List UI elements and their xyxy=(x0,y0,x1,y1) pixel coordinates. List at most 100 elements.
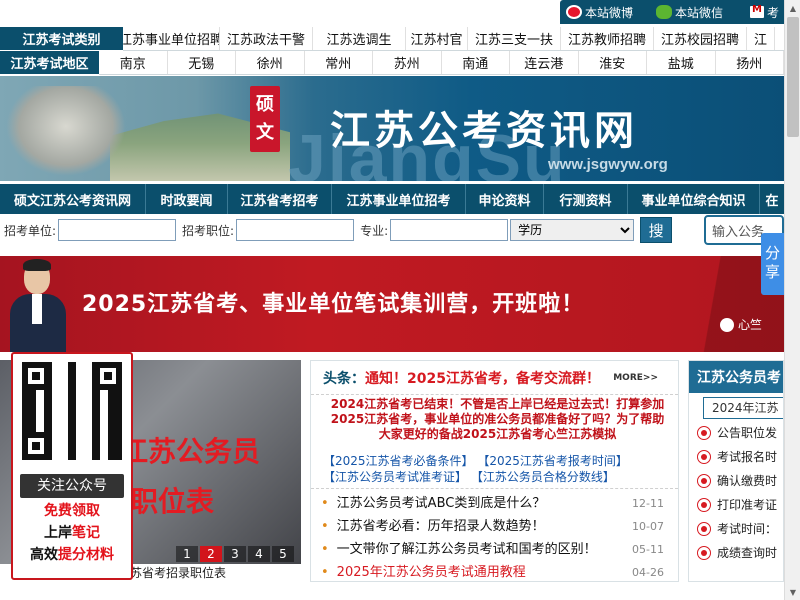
exam-type-item[interactable]: 江苏村官 xyxy=(406,27,468,50)
follow-label: 关注公众号 xyxy=(20,474,124,498)
nav-knowledge[interactable]: 事业单位综合知识 xyxy=(628,184,760,214)
slide-line2: 职位表 xyxy=(130,485,215,518)
topic-tag[interactable]: 【江苏公务员考试准考证】 xyxy=(323,470,467,484)
region-item[interactable]: 扬州 xyxy=(716,51,784,74)
region-item[interactable]: 无锡 xyxy=(168,51,236,74)
more-link[interactable]: MORE>> xyxy=(613,373,658,383)
nav-news[interactable]: 时政要闻 xyxy=(146,184,228,214)
slide-page[interactable]: 5 xyxy=(272,546,294,562)
position-label: 招考职位: xyxy=(182,223,235,238)
exam-type-item[interactable]: 江苏政法干警 xyxy=(220,27,313,50)
mail-link[interactable]: 考 xyxy=(750,3,779,21)
exam-type-item[interactable]: 江 xyxy=(747,27,775,50)
region-item[interactable]: 常州 xyxy=(305,51,373,74)
mail-label: 考 xyxy=(767,5,780,20)
bullet-icon xyxy=(697,426,711,440)
unit-label: 招考单位: xyxy=(4,223,57,238)
exam-type-item[interactable]: 江苏事业单位招聘 xyxy=(123,27,220,50)
page-scrollbar[interactable]: ▲ ▼ xyxy=(784,0,800,600)
brand-name: 心竺 xyxy=(738,318,763,332)
exam-region-label: 江苏考试地区 xyxy=(0,51,99,75)
weibo-label: 本站微博 xyxy=(585,5,634,20)
region-item[interactable]: 南京 xyxy=(99,51,168,74)
exam-type-row: 江苏考试类别 江苏事业单位招聘 江苏政法干警 江苏选调生 江苏村官 江苏三支一扶… xyxy=(0,27,784,51)
bullet-icon xyxy=(697,546,711,560)
news-item[interactable]: 一文带你了解江苏公务员考试和国考的区别！05-11 xyxy=(321,538,678,561)
topic-tag[interactable]: 【2025江苏省考必备条件】 xyxy=(323,454,474,468)
nav-institution-exam[interactable]: 江苏事业单位招考 xyxy=(332,184,466,214)
exam-schedule-panel: 江苏公务员考 2024年江苏 公告职位发 考试报名时 确认缴费时 打印准考证 考… xyxy=(688,360,784,582)
stone-lion-image xyxy=(6,86,126,176)
region-item[interactable]: 徐州 xyxy=(236,51,305,74)
nav-home[interactable]: 硕文江苏公考资讯网 xyxy=(0,184,146,214)
teacher-photo xyxy=(8,256,68,352)
schedule-item[interactable]: 考试时间： xyxy=(697,517,783,541)
site-url: www.jsgwyw.org xyxy=(548,156,668,173)
nav-province-exam[interactable]: 江苏省考招考 xyxy=(228,184,332,214)
qr-code-icon xyxy=(22,362,122,460)
region-item[interactable]: 苏州 xyxy=(373,51,442,74)
topic-tag[interactable]: 【2025江苏省考报考时间】 xyxy=(477,454,628,468)
bullet-icon xyxy=(697,450,711,464)
schedule-item[interactable]: 成绩查询时 xyxy=(697,541,783,565)
promo-banner[interactable]: 2025江苏省考、事业单位笔试集训营，开班啦！ 心竺 xyxy=(0,256,784,352)
degree-select[interactable]: 学历 xyxy=(510,219,635,241)
headline-intro[interactable]: 2024江苏省考已结束！不管是否上岸已经是过去式！打算参加2025江苏省考，事业… xyxy=(311,395,678,451)
qr-line2: 上岸笔记 xyxy=(44,525,100,541)
region-item[interactable]: 南通 xyxy=(442,51,510,74)
panel-subtab[interactable]: 2024年江苏 xyxy=(703,397,783,419)
nav-shenlun[interactable]: 申论资料 xyxy=(466,184,544,214)
qr-popup[interactable]: 关注公众号 免费领取 上岸笔记 高效提分材料 xyxy=(11,352,133,580)
news-item[interactable]: 江苏省考必看：历年招录人数趋势！10-07 xyxy=(321,515,678,538)
exam-type-item[interactable]: 江苏教师招聘 xyxy=(561,27,654,50)
news-date: 10-07 xyxy=(632,520,664,533)
weixin-link[interactable]: 本站微信 xyxy=(656,3,723,21)
news-item[interactable]: 2025年江苏公务员考试通用教程04-26 xyxy=(321,561,678,584)
major-label: 专业: xyxy=(360,223,389,238)
nav-more[interactable]: 在 xyxy=(760,184,784,214)
scroll-up-icon[interactable]: ▲ xyxy=(785,0,800,16)
exam-type-item[interactable]: 江苏选调生 xyxy=(313,27,406,50)
weibo-link[interactable]: 本站微博 xyxy=(566,3,633,21)
search-button[interactable]: 搜 xyxy=(640,217,673,243)
scroll-down-icon[interactable]: ▼ xyxy=(785,584,800,600)
position-input[interactable] xyxy=(236,219,355,241)
schedule-item[interactable]: 考试报名时 xyxy=(697,445,783,469)
exam-type-item[interactable]: 江苏校园招聘 xyxy=(654,27,747,50)
slide-page-active[interactable]: 2 xyxy=(200,546,222,562)
slide-page[interactable]: 4 xyxy=(248,546,270,562)
bullet-icon xyxy=(697,498,711,512)
panel-title[interactable]: 江苏公务员考 xyxy=(689,361,783,393)
brand-logo-icon xyxy=(720,317,734,332)
weixin-label: 本站微信 xyxy=(675,5,724,20)
exam-type-list: 江苏事业单位招聘 江苏政法干警 江苏选调生 江苏村官 江苏三支一扶 江苏教师招聘… xyxy=(123,27,784,51)
schedule-item[interactable]: 打印准考证 xyxy=(697,493,783,517)
news-item[interactable]: 江苏公务员考试ABC类到底是什么？12-11 xyxy=(321,492,678,515)
exam-region-list: 南京 无锡 徐州 常州 苏州 南通 连云港 淮安 盐城 扬州 xyxy=(99,51,784,75)
news-date: 04-26 xyxy=(632,566,664,579)
schedule-item[interactable]: 公告职位发 xyxy=(697,421,783,445)
social-bar: 本站微博 本站微信 考 xyxy=(0,0,784,24)
headline-news: 头条： 通知！2025江苏省考，备考交流群！ MORE>> 2024江苏省考已结… xyxy=(310,360,679,582)
news-date: 12-11 xyxy=(632,497,664,510)
major-input[interactable] xyxy=(390,219,509,241)
share-tab[interactable]: 分享 xyxy=(761,233,784,295)
topic-tags: 【2025江苏省考必备条件】 【2025江苏省考报考时间】 【江苏公务员考试准考… xyxy=(311,451,678,489)
slide-page[interactable]: 1 xyxy=(176,546,198,562)
headline-link[interactable]: 通知！2025江苏省考，备考交流群！ xyxy=(365,368,600,388)
region-item[interactable]: 连云港 xyxy=(510,51,579,74)
mail-icon xyxy=(750,4,764,18)
region-item[interactable]: 盐城 xyxy=(647,51,716,74)
unit-input[interactable] xyxy=(58,219,177,241)
region-item[interactable]: 淮安 xyxy=(579,51,647,74)
topic-tag[interactable]: 【江苏公务员合格分数线】 xyxy=(471,470,615,484)
slide-page[interactable]: 3 xyxy=(224,546,246,562)
exam-type-label: 江苏考试类别 xyxy=(0,27,123,51)
weibo-icon xyxy=(566,5,582,19)
exam-type-item[interactable]: 江苏三支一扶 xyxy=(468,27,561,50)
schedule-item[interactable]: 确认缴费时 xyxy=(697,469,783,493)
bullet-icon xyxy=(697,522,711,536)
scroll-thumb[interactable] xyxy=(787,17,799,137)
nav-xingce[interactable]: 行测资料 xyxy=(544,184,628,214)
slide-line1: 江苏公务员 xyxy=(120,435,261,468)
